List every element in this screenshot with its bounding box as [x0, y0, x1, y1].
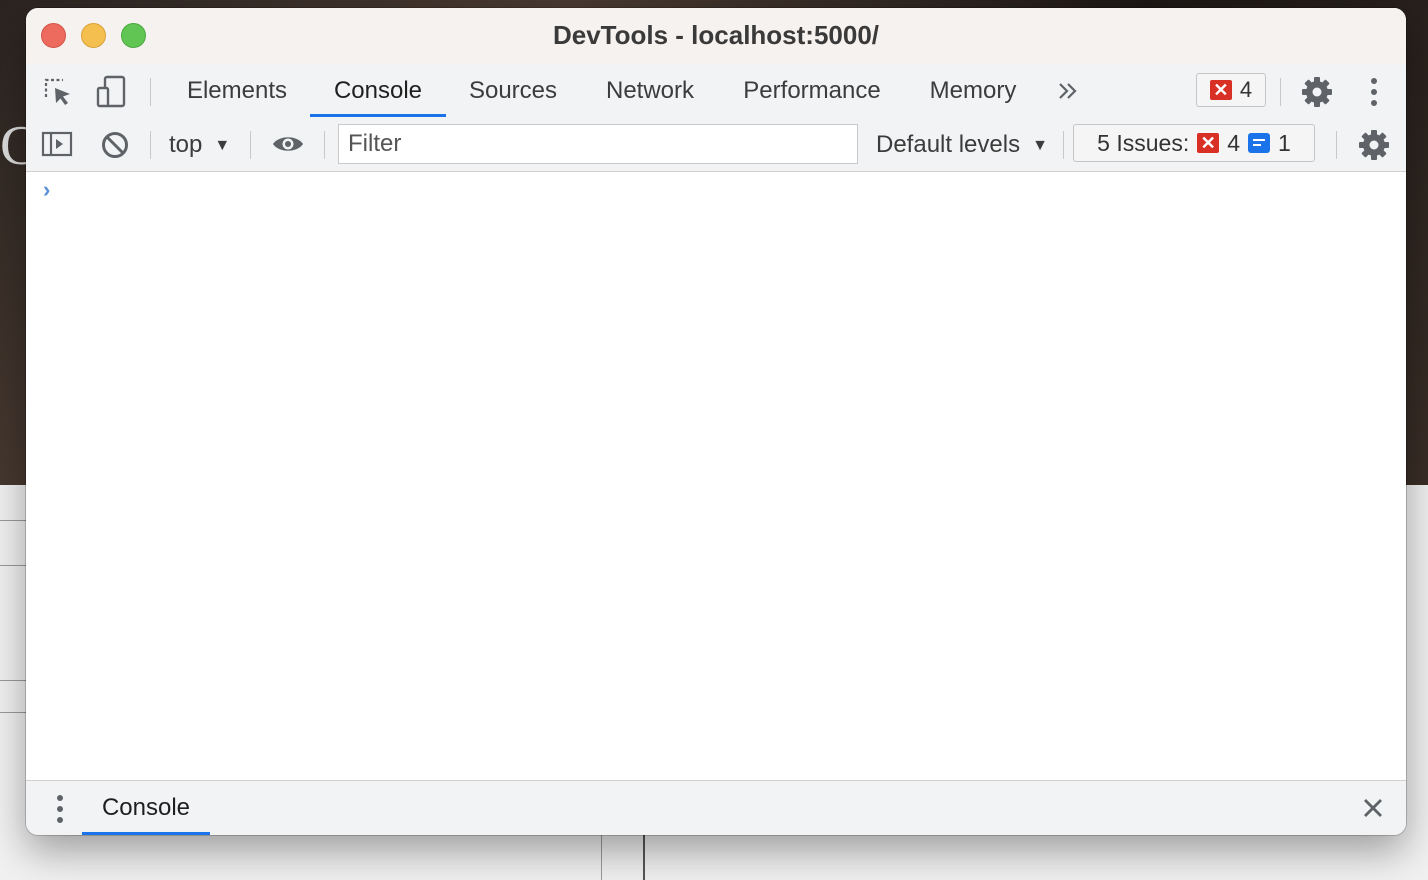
- console-toolbar: top ▼ Default levels ▼ 5 Issues: ✕ 4 1: [26, 118, 1406, 172]
- title-bar[interactable]: DevTools - localhost:5000/: [26, 8, 1406, 65]
- tab-memory[interactable]: Memory: [904, 64, 1042, 118]
- live-expression-eye-icon[interactable]: [269, 130, 307, 158]
- context-selector-value: top: [169, 131, 203, 158]
- background-line: [0, 712, 26, 713]
- active-drawer-tab-indicator: [82, 832, 210, 835]
- console-prompt-icon[interactable]: ›: [43, 177, 50, 203]
- background-line: [601, 835, 602, 880]
- background-line: [0, 680, 26, 681]
- console-settings-gear-icon[interactable]: [1357, 128, 1391, 162]
- drawer-tab-console[interactable]: Console: [82, 781, 210, 835]
- tab-sources[interactable]: Sources: [448, 64, 578, 118]
- devtools-window: DevTools - localhost:5000/ Elements Cons…: [26, 8, 1406, 835]
- console-output-area[interactable]: ›: [26, 172, 1406, 780]
- customize-menu-icon[interactable]: [1362, 75, 1386, 109]
- background-line: [0, 520, 26, 521]
- sidebar-toggle-icon[interactable]: [40, 129, 74, 159]
- active-tab-indicator: [310, 114, 446, 117]
- log-levels-label: Default levels: [876, 131, 1021, 158]
- background-line: [643, 835, 645, 880]
- clear-console-icon[interactable]: [99, 129, 131, 161]
- inspect-element-icon[interactable]: [42, 77, 76, 107]
- info-message-icon: [1248, 133, 1271, 153]
- tab-elements[interactable]: Elements: [166, 64, 308, 118]
- separator: [1336, 131, 1337, 159]
- dropdown-caret-icon: ▼: [214, 137, 231, 154]
- separator: [250, 131, 251, 159]
- background-line: [0, 565, 26, 566]
- error-icon: ✕: [1209, 80, 1232, 100]
- drawer-bar: Console: [26, 780, 1406, 835]
- separator: [1280, 78, 1281, 106]
- separator: [324, 131, 325, 159]
- issues-label: 5 Issues:: [1097, 129, 1190, 156]
- separator: [150, 78, 151, 106]
- error-count: 4: [1239, 77, 1253, 102]
- dropdown-caret-icon: ▼: [1032, 137, 1048, 154]
- log-levels-dropdown[interactable]: Default levels ▼: [876, 118, 1048, 171]
- close-drawer-icon[interactable]: [1360, 795, 1386, 821]
- settings-gear-icon[interactable]: [1300, 75, 1334, 109]
- separator: [1063, 131, 1064, 159]
- window-title: DevTools - localhost:5000/: [552, 20, 880, 50]
- filter-input[interactable]: [338, 124, 858, 164]
- error-count-button[interactable]: ✕ 4: [1196, 73, 1266, 107]
- drawer-menu-icon[interactable]: [50, 793, 70, 825]
- tab-performance[interactable]: Performance: [722, 64, 902, 118]
- issues-error-count: 4: [1227, 129, 1241, 156]
- separator: [150, 131, 151, 159]
- issues-button[interactable]: 5 Issues: ✕ 4 1: [1073, 124, 1315, 162]
- main-tab-bar: Elements Console Sources Network Perform…: [26, 64, 1406, 119]
- context-selector[interactable]: top ▼: [169, 118, 230, 171]
- more-tabs-icon[interactable]: [1054, 76, 1082, 106]
- device-toolbar-icon[interactable]: [94, 75, 128, 109]
- tab-network[interactable]: Network: [580, 64, 720, 118]
- issues-info-count: 1: [1278, 129, 1291, 156]
- error-icon: ✕: [1197, 133, 1220, 153]
- tab-console[interactable]: Console: [310, 64, 446, 118]
